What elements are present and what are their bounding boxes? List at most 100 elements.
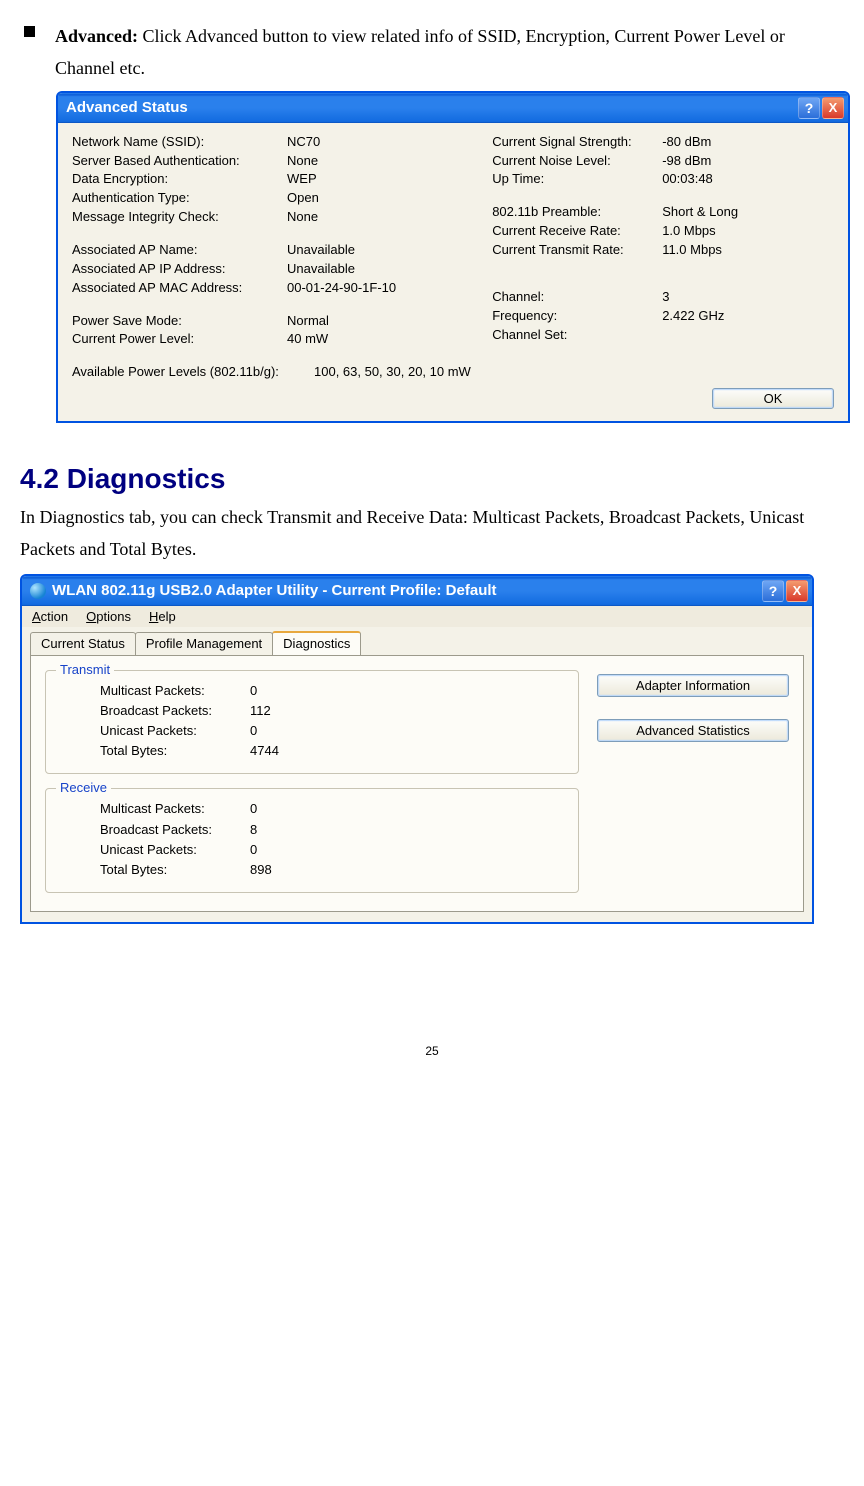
label-rx-total: Total Bytes: bbox=[100, 860, 250, 880]
receive-group: Receive Multicast Packets:0 Broadcast Pa… bbox=[45, 788, 579, 893]
value-preamble: Short & Long bbox=[662, 203, 834, 222]
bullet-icon bbox=[24, 26, 35, 37]
value-encryption: WEP bbox=[287, 170, 482, 189]
value-mic: None bbox=[287, 208, 482, 227]
label-tx-multicast: Multicast Packets: bbox=[100, 681, 250, 701]
value-server-auth: None bbox=[287, 152, 482, 171]
button-label: Advanced Statistics bbox=[636, 723, 749, 738]
label-rx-multicast: Multicast Packets: bbox=[100, 799, 250, 819]
label-uptime: Up Time: bbox=[492, 170, 662, 189]
close-button[interactable]: X bbox=[786, 580, 808, 602]
label-power-save: Power Save Mode: bbox=[72, 312, 287, 331]
value-uptime: 00:03:48 bbox=[662, 170, 834, 189]
label-ap-mac: Associated AP MAC Address: bbox=[72, 279, 287, 298]
value-ap-mac: 00-01-24-90-1F-10 bbox=[287, 279, 482, 298]
app-icon bbox=[30, 583, 46, 599]
label-server-auth: Server Based Authentication: bbox=[72, 152, 287, 171]
label-tx-total: Total Bytes: bbox=[100, 741, 250, 761]
value-tx-total: 4744 bbox=[250, 741, 279, 761]
menu-options[interactable]: Options bbox=[86, 609, 131, 624]
value-ap-ip: Unavailable bbox=[287, 260, 482, 279]
close-icon: X bbox=[829, 100, 838, 115]
label-preamble: 802.11b Preamble: bbox=[492, 203, 662, 222]
label-rx-broadcast: Broadcast Packets: bbox=[100, 820, 250, 840]
tab-diagnostics[interactable]: Diagnostics bbox=[272, 631, 361, 655]
bullet-item: Advanced: Click Advanced button to view … bbox=[24, 20, 844, 85]
advanced-status-window: Advanced Status ? X Network Name (SSID):… bbox=[56, 91, 850, 423]
value-frequency: 2.422 GHz bbox=[662, 307, 834, 326]
window-title: Advanced Status bbox=[66, 99, 796, 116]
label-tx-rate: Current Transmit Rate: bbox=[492, 241, 662, 260]
value-ap-name: Unavailable bbox=[287, 241, 482, 260]
page-number: 25 bbox=[20, 1044, 844, 1058]
value-tx-unicast: 0 bbox=[250, 721, 257, 741]
section-paragraph: In Diagnostics tab, you can check Transm… bbox=[20, 501, 844, 566]
ok-button[interactable]: OK bbox=[712, 388, 834, 409]
ok-label: OK bbox=[764, 391, 783, 406]
label-rx-rate: Current Receive Rate: bbox=[492, 222, 662, 241]
titlebar: WLAN 802.11g USB2.0 Adapter Utility - Cu… bbox=[22, 576, 812, 606]
tab-label: Current Status bbox=[41, 636, 125, 651]
help-button[interactable]: ? bbox=[798, 97, 820, 119]
label-channel: Channel: bbox=[492, 288, 662, 307]
advanced-stats-button[interactable]: Advanced Statistics bbox=[597, 719, 789, 742]
titlebar: Advanced Status ? X bbox=[58, 93, 848, 123]
bullet-desc: Click Advanced button to view related in… bbox=[55, 26, 785, 78]
adapter-info-button[interactable]: Adapter Information bbox=[597, 674, 789, 697]
label-tx-broadcast: Broadcast Packets: bbox=[100, 701, 250, 721]
label-frequency: Frequency: bbox=[492, 307, 662, 326]
close-icon: X bbox=[793, 583, 802, 598]
section-heading: 4.2 Diagnostics bbox=[20, 463, 844, 495]
transmit-group: Transmit Multicast Packets:0 Broadcast P… bbox=[45, 670, 579, 775]
label-ap-name: Associated AP Name: bbox=[72, 241, 287, 260]
value-signal: -80 dBm bbox=[662, 133, 834, 152]
tab-panel: Transmit Multicast Packets:0 Broadcast P… bbox=[30, 655, 804, 912]
tab-current-status[interactable]: Current Status bbox=[30, 632, 136, 656]
label-noise: Current Noise Level: bbox=[492, 152, 662, 171]
window-body: Network Name (SSID):NC70 Server Based Au… bbox=[58, 123, 848, 421]
label-encryption: Data Encryption: bbox=[72, 170, 287, 189]
transmit-legend: Transmit bbox=[56, 662, 114, 677]
receive-legend: Receive bbox=[56, 780, 111, 795]
value-channel: 3 bbox=[662, 288, 834, 307]
menu-help[interactable]: Help bbox=[149, 609, 176, 624]
value-rx-total: 898 bbox=[250, 860, 272, 880]
label-tx-unicast: Unicast Packets: bbox=[100, 721, 250, 741]
tab-profile-management[interactable]: Profile Management bbox=[135, 632, 273, 656]
bullet-text: Advanced: Click Advanced button to view … bbox=[55, 20, 844, 85]
help-button[interactable]: ? bbox=[762, 580, 784, 602]
button-label: Adapter Information bbox=[636, 678, 750, 693]
value-rx-multicast: 0 bbox=[250, 799, 257, 819]
value-tx-multicast: 0 bbox=[250, 681, 257, 701]
help-icon: ? bbox=[805, 100, 814, 116]
tab-label: Profile Management bbox=[146, 636, 262, 651]
menu-action[interactable]: Action bbox=[32, 609, 68, 624]
label-ap-ip: Associated AP IP Address: bbox=[72, 260, 287, 279]
value-auth-type: Open bbox=[287, 189, 482, 208]
label-avail-power: Available Power Levels (802.11b/g): bbox=[72, 363, 314, 382]
label-mic: Message Integrity Check: bbox=[72, 208, 287, 227]
value-noise: -98 dBm bbox=[662, 152, 834, 171]
diagnostics-window: WLAN 802.11g USB2.0 Adapter Utility - Cu… bbox=[20, 574, 814, 924]
value-rx-rate: 1.0 Mbps bbox=[662, 222, 834, 241]
value-channel-set bbox=[662, 326, 834, 345]
label-auth-type: Authentication Type: bbox=[72, 189, 287, 208]
value-power-level: 40 mW bbox=[287, 330, 482, 349]
help-icon: ? bbox=[769, 583, 778, 599]
tab-label: Diagnostics bbox=[283, 636, 350, 651]
label-channel-set: Channel Set: bbox=[492, 326, 662, 345]
label-rx-unicast: Unicast Packets: bbox=[100, 840, 250, 860]
window-title: WLAN 802.11g USB2.0 Adapter Utility - Cu… bbox=[52, 582, 760, 599]
menu-bar: Action Options Help bbox=[22, 606, 812, 627]
bullet-label: Advanced: bbox=[55, 26, 138, 46]
value-power-save: Normal bbox=[287, 312, 482, 331]
value-tx-broadcast: 112 bbox=[250, 701, 271, 721]
close-button[interactable]: X bbox=[822, 97, 844, 119]
label-signal: Current Signal Strength: bbox=[492, 133, 662, 152]
value-tx-rate: 11.0 Mbps bbox=[662, 241, 834, 260]
value-rx-broadcast: 8 bbox=[250, 820, 257, 840]
label-power-level: Current Power Level: bbox=[72, 330, 287, 349]
value-ssid: NC70 bbox=[287, 133, 482, 152]
tab-strip: Current Status Profile Management Diagno… bbox=[30, 631, 804, 655]
label-ssid: Network Name (SSID): bbox=[72, 133, 287, 152]
